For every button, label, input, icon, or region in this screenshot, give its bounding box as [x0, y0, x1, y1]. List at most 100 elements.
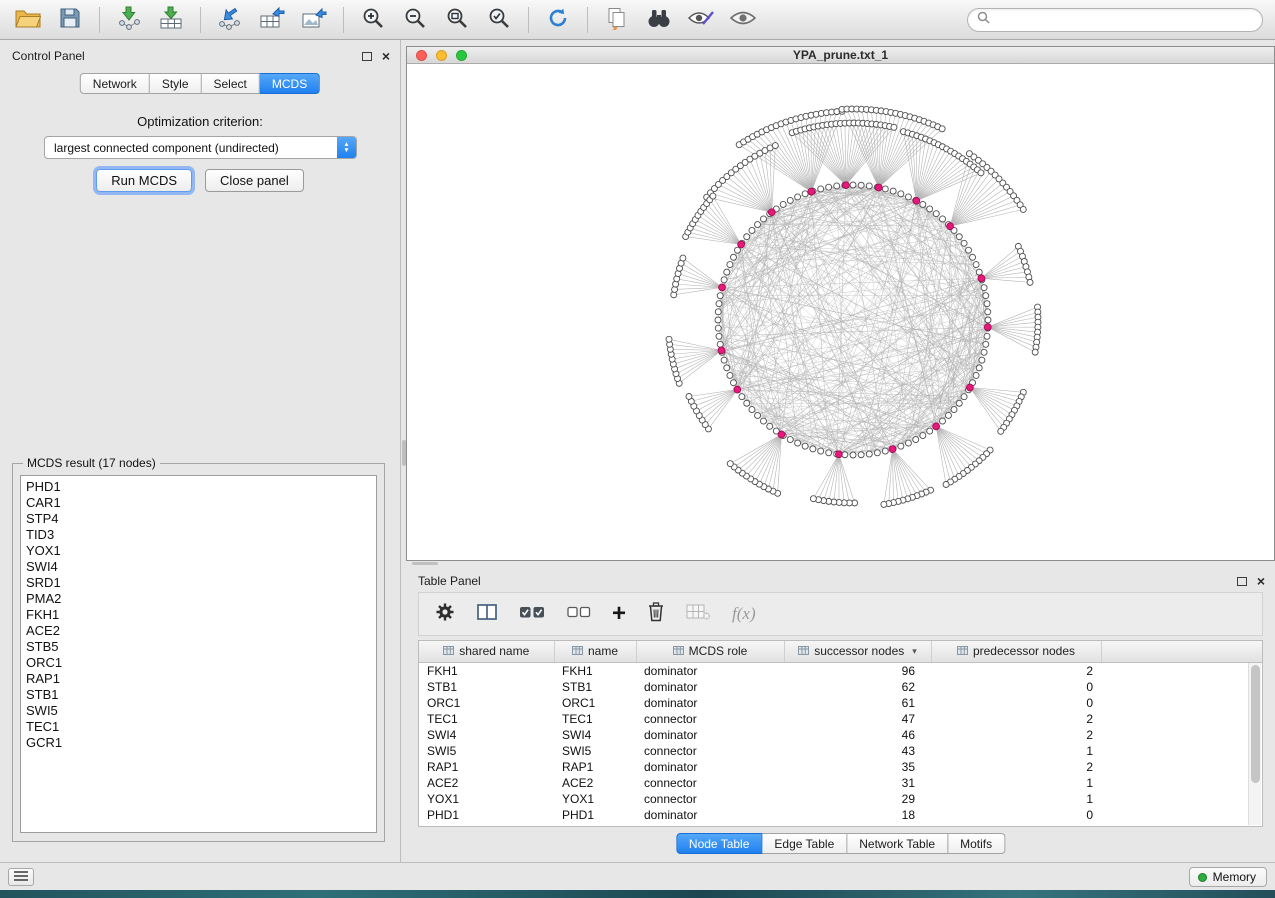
- mcds-result-item[interactable]: ORC1: [26, 655, 371, 671]
- table-panel-title: Table Panel: [418, 574, 481, 588]
- tab-style[interactable]: Style: [150, 73, 202, 94]
- criterion-dropdown[interactable]: largest connected component (undirected)…: [44, 136, 357, 159]
- table-row[interactable]: SWI4SWI4dominator462: [419, 727, 1262, 743]
- import-network-button[interactable]: [109, 4, 149, 36]
- mcds-result-item[interactable]: YOX1: [26, 543, 371, 559]
- maximize-window-icon[interactable]: [456, 50, 467, 61]
- open-folder-icon: [15, 7, 41, 32]
- tab-mcds[interactable]: MCDS: [260, 73, 320, 94]
- toolbar-separator: [200, 7, 201, 33]
- table-row[interactable]: TEC1TEC1connector472: [419, 711, 1262, 727]
- mcds-result-item[interactable]: TID3: [26, 527, 371, 543]
- table-row[interactable]: ORC1ORC1dominator610: [419, 695, 1262, 711]
- control-panel-tabs: NetworkStyleSelectMCDS: [80, 73, 320, 94]
- mcds-result-item[interactable]: STB1: [26, 687, 371, 703]
- minimize-window-icon[interactable]: [436, 50, 447, 61]
- table-row[interactable]: SWI5SWI5connector431: [419, 743, 1262, 759]
- mcds-result-item[interactable]: STB5: [26, 639, 371, 655]
- memory-button[interactable]: Memory: [1189, 867, 1267, 887]
- control-panel-title: Control Panel: [12, 49, 85, 63]
- global-search-box: [967, 8, 1263, 32]
- table-settings-button[interactable]: [435, 599, 455, 629]
- open-file-button[interactable]: [8, 4, 48, 36]
- table-row[interactable]: YOX1YOX1connector291: [419, 791, 1262, 807]
- select-all-button[interactable]: [519, 599, 546, 629]
- mcds-result-item[interactable]: FKH1: [26, 607, 371, 623]
- table-row[interactable]: PHD1PHD1dominator180: [419, 807, 1262, 823]
- export-network-button[interactable]: [210, 4, 250, 36]
- table-tab-edge-table[interactable]: Edge Table: [762, 833, 847, 854]
- table-row[interactable]: STB1STB1dominator620: [419, 679, 1262, 695]
- table-row[interactable]: RAP1RAP1dominator352: [419, 759, 1262, 775]
- copy-document-icon: [605, 6, 629, 33]
- add-column-button[interactable]: +: [612, 599, 626, 629]
- splitter-handle[interactable]: [402, 440, 406, 466]
- mcds-result-item[interactable]: SWI4: [26, 559, 371, 575]
- column-header-shared-name[interactable]: shared name: [419, 641, 554, 662]
- control-panel-title-row: Control Panel ×: [12, 48, 390, 64]
- main-toolbar: [0, 0, 1275, 40]
- mcds-result-item[interactable]: SWI5: [26, 703, 371, 719]
- import-table-button[interactable]: [151, 4, 191, 36]
- refresh-layout-button[interactable]: [538, 4, 578, 36]
- show-all-button[interactable]: [723, 4, 763, 36]
- copy-network-button[interactable]: [597, 4, 637, 36]
- scrollbar-thumb[interactable]: [1251, 665, 1260, 783]
- mcds-result-item[interactable]: PHD1: [26, 479, 371, 495]
- search-network-button[interactable]: [639, 4, 679, 36]
- save-button[interactable]: [50, 4, 90, 36]
- mcds-result-item[interactable]: PMA2: [26, 591, 371, 607]
- tab-network[interactable]: Network: [80, 73, 150, 94]
- trash-icon: [647, 601, 665, 627]
- toolbar-separator: [528, 7, 529, 33]
- column-header-MCDS-role[interactable]: MCDS role: [636, 641, 784, 662]
- table-tab-motifs[interactable]: Motifs: [948, 833, 1005, 854]
- network-window-titlebar[interactable]: YPA_prune.txt_1: [407, 47, 1274, 64]
- delete-column-button[interactable]: [647, 599, 665, 629]
- search-input[interactable]: [996, 13, 1253, 27]
- mcds-result-item[interactable]: TEC1: [26, 719, 371, 735]
- mcds-result-item[interactable]: ACE2: [26, 623, 371, 639]
- zoom-in-icon: [361, 6, 385, 33]
- mcds-result-item[interactable]: RAP1: [26, 671, 371, 687]
- zoom-in-button[interactable]: [353, 4, 393, 36]
- memory-status-icon: [1198, 873, 1207, 882]
- show-columns-button[interactable]: [476, 599, 498, 629]
- refresh-icon: [546, 6, 570, 33]
- function-builder-button: f(x): [732, 599, 756, 629]
- deselect-all-button[interactable]: [567, 599, 591, 629]
- zoom-selected-button[interactable]: [479, 4, 519, 36]
- close-window-icon[interactable]: [416, 50, 427, 61]
- table-disabled-icon: [686, 603, 711, 626]
- float-panel-icon[interactable]: [362, 52, 372, 61]
- mcds-result-item[interactable]: CAR1: [26, 495, 371, 511]
- table-row[interactable]: FKH1FKH1dominator962: [419, 662, 1262, 679]
- run-mcds-button[interactable]: Run MCDS: [96, 169, 192, 192]
- columns-icon: [476, 602, 498, 627]
- close-mcds-panel-button[interactable]: Close panel: [205, 169, 304, 192]
- table-tab-node-table[interactable]: Node Table: [676, 833, 763, 854]
- float-table-panel-icon[interactable]: [1237, 577, 1247, 586]
- mcds-result-item[interactable]: SRD1: [26, 575, 371, 591]
- export-image-button[interactable]: [294, 4, 334, 36]
- zoom-out-button[interactable]: [395, 4, 435, 36]
- mcds-result-item[interactable]: GCR1: [26, 735, 371, 751]
- close-panel-icon[interactable]: ×: [382, 50, 390, 62]
- table-tab-network-table[interactable]: Network Table: [847, 833, 948, 854]
- network-canvas[interactable]: [407, 64, 1274, 560]
- column-header-predecessor-nodes[interactable]: predecessor nodes: [931, 641, 1101, 662]
- export-table-button[interactable]: [252, 4, 292, 36]
- window-controls: [416, 50, 467, 61]
- zoom-fit-button[interactable]: [437, 4, 477, 36]
- column-header-name[interactable]: name: [554, 641, 636, 662]
- task-history-button[interactable]: [8, 868, 34, 886]
- column-grid-icon: [957, 644, 968, 658]
- mcds-result-item[interactable]: STP4: [26, 511, 371, 527]
- table-scrollbar[interactable]: [1248, 663, 1261, 825]
- close-table-panel-icon[interactable]: ×: [1257, 575, 1265, 587]
- column-header-successor-nodes[interactable]: successor nodes▾: [784, 641, 931, 662]
- tab-select[interactable]: Select: [202, 73, 260, 94]
- hide-selected-button[interactable]: [681, 4, 721, 36]
- table-row[interactable]: ACE2ACE2connector311: [419, 775, 1262, 791]
- mcds-result-fieldset: MCDS result (17 nodes) PHD1CAR1STP4TID3Y…: [12, 456, 385, 842]
